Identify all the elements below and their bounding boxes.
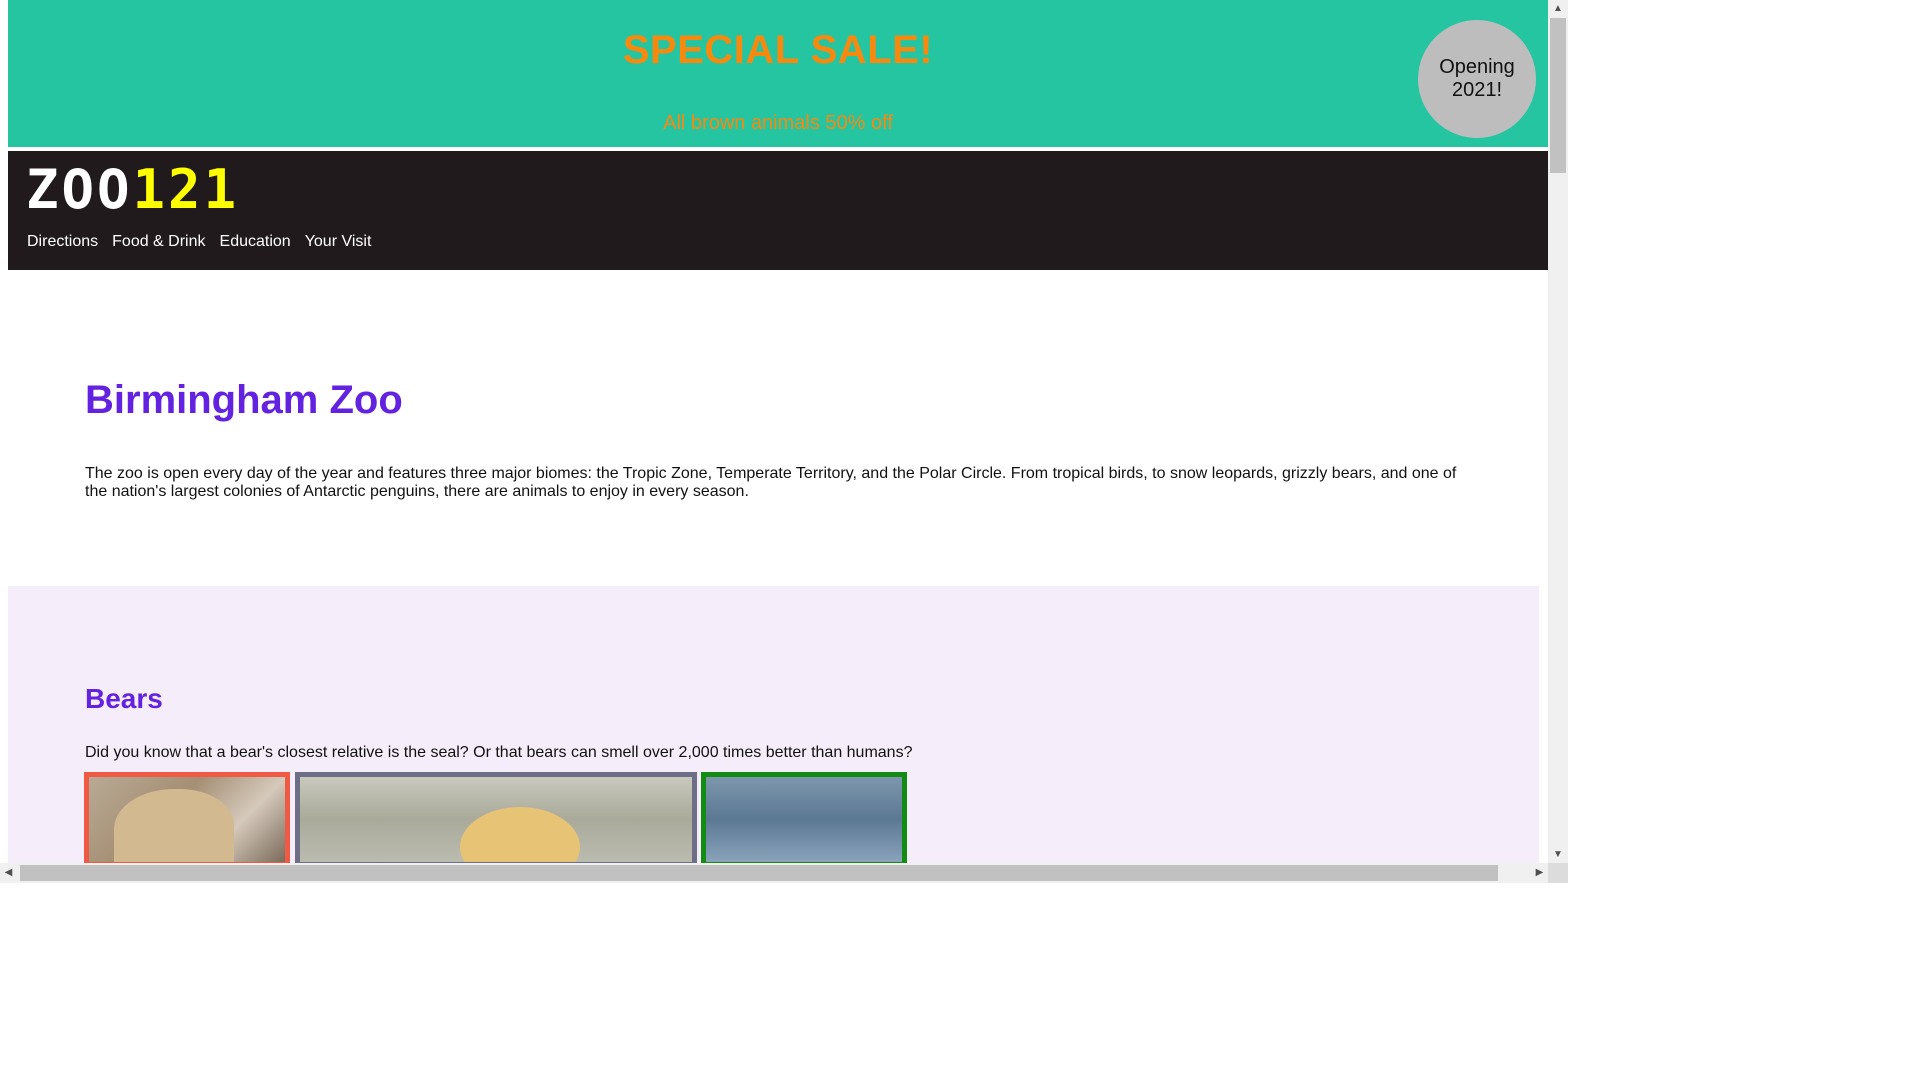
swimming-bear-image: [460, 807, 580, 862]
nav-directions-link[interactable]: Directions: [27, 233, 98, 251]
bear-photo-swimming[interactable]: [295, 772, 697, 863]
scroll-up-arrow-icon[interactable]: ▲: [1548, 0, 1568, 17]
bear-photo-water[interactable]: [701, 772, 907, 863]
sale-banner: SPECIAL SALE! All brown animals 50% off …: [8, 0, 1548, 147]
horizontal-scrollbar[interactable]: ◀ ▶: [0, 863, 1548, 883]
scrollbar-corner: [1548, 863, 1568, 883]
opening-badge: Opening 2021!: [1418, 20, 1536, 138]
page-viewport: SPECIAL SALE! All brown animals 50% off …: [0, 0, 1548, 863]
nav-education-link[interactable]: Education: [220, 233, 291, 251]
horizontal-scroll-thumb[interactable]: [20, 865, 1498, 881]
nav-food-drink-link[interactable]: Food & Drink: [112, 233, 205, 251]
vertical-scroll-thumb[interactable]: [1550, 18, 1566, 173]
intro-description: The zoo is open every day of the year an…: [85, 465, 1457, 500]
sale-title: SPECIAL SALE!: [622, 28, 934, 72]
scroll-left-arrow-icon[interactable]: ◀: [0, 863, 17, 883]
brown-bear-image: [114, 789, 234, 862]
scroll-right-arrow-icon[interactable]: ▶: [1531, 863, 1548, 883]
intro-section: Birmingham Zoo The zoo is open every day…: [85, 378, 1475, 501]
site-header: ZOO121 Directions Food & Drink Education…: [8, 151, 1548, 270]
page-title: Birmingham Zoo: [85, 378, 403, 422]
sale-subtitle: All brown animals 50% off: [663, 112, 893, 134]
main-navigation: Directions Food & Drink Education Your V…: [27, 233, 371, 251]
logo-zoo-text: ZOO: [26, 158, 133, 221]
vertical-scrollbar[interactable]: ▲ ▼: [1548, 0, 1568, 863]
bears-description: Did you know that a bear's closest relat…: [85, 744, 913, 761]
nav-your-visit-link[interactable]: Your Visit: [305, 233, 372, 251]
scroll-down-arrow-icon[interactable]: ▼: [1548, 846, 1568, 863]
logo-number-text: 121: [132, 158, 240, 221]
bears-heading: Bears: [85, 683, 163, 714]
site-logo[interactable]: ZOO121: [26, 163, 239, 217]
bear-photo-brown[interactable]: [84, 772, 290, 863]
